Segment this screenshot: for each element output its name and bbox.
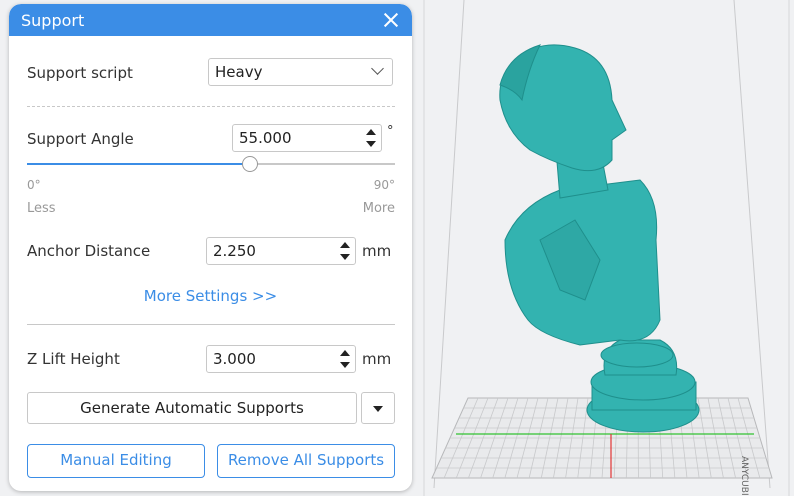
support-panel: Support Support script Heavy Support Ang… [9,4,412,491]
z-lift-unit: mm [362,350,392,368]
spin-arrows-icon[interactable] [339,349,351,369]
anchor-distance-value: 2.250 [213,242,256,260]
slider-max-caption: More [362,201,395,216]
anchor-distance-label: Anchor Distance [27,242,151,260]
support-angle-label: Support Angle [27,130,134,148]
caret-down-icon [373,406,383,412]
anchor-distance-input[interactable]: 2.250 [206,237,356,265]
bust-model [499,44,700,433]
generate-supports-button[interactable]: Generate Automatic Supports [27,392,357,424]
slider-min-caption: Less [27,201,56,216]
support-angle-unit: ° [387,124,394,139]
panel-title: Support [21,10,85,30]
slider-track[interactable] [250,163,395,165]
z-lift-value: 3.000 [213,350,256,368]
slider-max-label: 90° [373,178,395,192]
support-angle-input[interactable]: 55.000 [232,124,382,152]
support-script-label: Support script [27,64,133,82]
slider-min-label: 0° [27,178,41,192]
anchor-distance-unit: mm [362,242,392,260]
divider [27,106,395,107]
more-settings-link[interactable]: More Settings >> [9,287,412,305]
generate-options-dropdown[interactable] [361,392,395,424]
slider-track-filled[interactable] [27,163,250,165]
manual-editing-button[interactable]: Manual Editing [27,444,205,478]
plate-brand-label: ANYCUBIC [739,456,749,496]
panel-header: Support [9,4,412,36]
close-icon[interactable] [382,11,400,29]
chevron-down-icon [371,62,384,75]
z-lift-input[interactable]: 3.000 [206,345,356,373]
support-script-value: Heavy [215,63,263,81]
remove-all-supports-button[interactable]: Remove All Supports [217,444,395,478]
spin-arrows-icon[interactable] [339,241,351,261]
spin-arrows-icon[interactable] [365,128,377,148]
support-script-select[interactable]: Heavy [208,58,393,86]
support-angle-value: 55.000 [239,129,292,147]
divider [27,324,395,325]
slider-thumb[interactable] [242,156,258,172]
z-lift-label: Z Lift Height [27,350,120,368]
